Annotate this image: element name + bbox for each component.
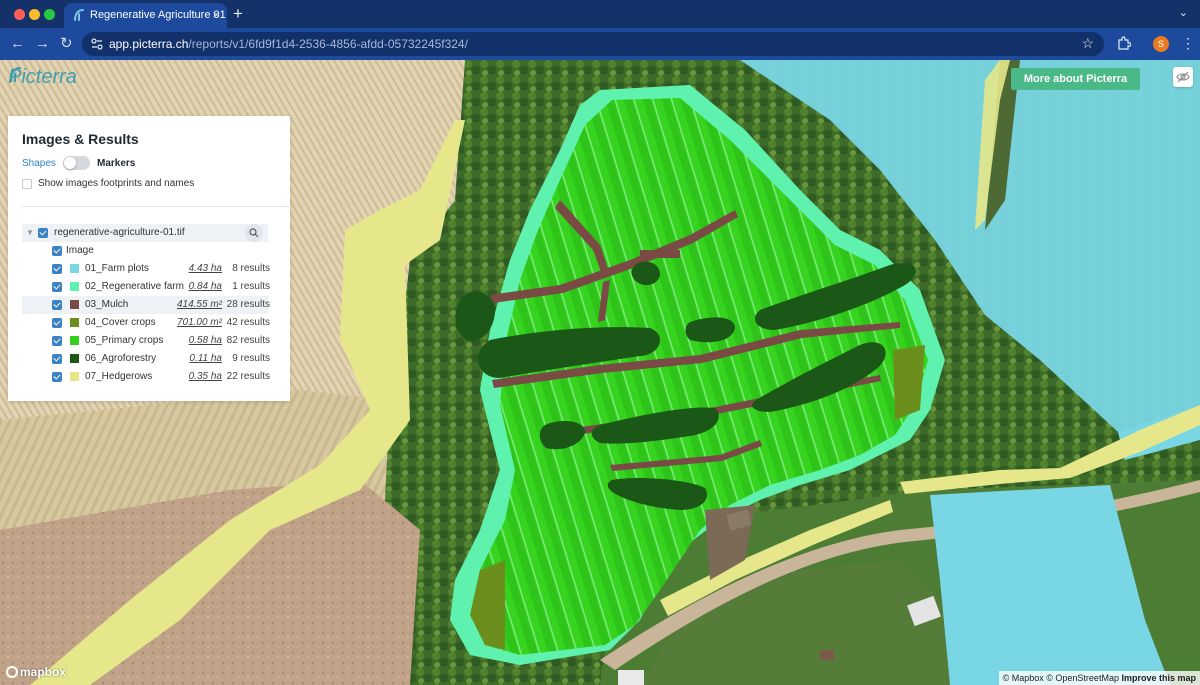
layer-checkbox[interactable] (52, 300, 62, 310)
attribution-mapbox-link[interactable]: © Mapbox (1003, 673, 1044, 683)
layer-area[interactable]: 0.58 ha (189, 335, 222, 346)
tab-list-chevron-icon[interactable]: ⌄ (1179, 6, 1188, 19)
layer-name: Image (66, 245, 94, 256)
footprints-label[interactable]: Show images footprints and names (38, 178, 194, 189)
layer-count: 8 results (232, 263, 270, 274)
hide-layers-button[interactable] (1173, 67, 1193, 87)
layer-area[interactable]: 701.00 m² (177, 317, 222, 328)
layer-checkbox[interactable] (52, 264, 62, 274)
layer-count: 28 results (226, 299, 270, 310)
layer-name: 03_Mulch (85, 299, 129, 310)
image-file-row[interactable]: ▼ regenerative-agriculture-01.tif (22, 224, 268, 242)
shapes-markers-toggle[interactable] (63, 156, 90, 170)
tab-title: Regenerative Agriculture 01 (90, 9, 226, 21)
footprints-checkbox[interactable] (22, 179, 32, 189)
browser-menu-icon[interactable]: ⋮ (1181, 35, 1195, 51)
mapbox-logo-icon (6, 666, 18, 678)
layer-row-farm-plots[interactable]: 01_Farm plots 4.43 ha 8 results (22, 260, 270, 278)
layer-checkbox[interactable] (52, 354, 62, 364)
layer-row-primary-crops[interactable]: 05_Primary crops 0.58 ha 82 results (22, 332, 270, 350)
layer-count: 1 results (232, 281, 270, 292)
layer-area[interactable]: 0.35 ha (189, 371, 222, 382)
back-arrow-icon[interactable]: ← (10, 35, 25, 52)
search-icon (249, 228, 259, 238)
map-attribution: © Mapbox © OpenStreetMap Improve this ma… (998, 671, 1200, 685)
layer-name: 06_Agroforestry (85, 353, 157, 364)
file-checkbox[interactable] (38, 228, 48, 238)
layer-area[interactable]: 414.55 m² (177, 299, 222, 310)
mapbox-label: mapbox (20, 665, 67, 679)
file-name: regenerative-agriculture-01.tif (54, 227, 185, 238)
url-path: /reports/v1/6fd9f1d4-2536-4856-afdd-0573… (188, 37, 468, 51)
toggle-knob (64, 157, 76, 169)
layer-checkbox[interactable] (52, 336, 62, 346)
layer-name: 01_Farm plots (85, 263, 149, 274)
mapbox-logo[interactable]: mapbox (6, 665, 66, 679)
images-results-panel: Images & Results Shapes Markers Show ima… (8, 116, 290, 401)
layer-color-swatch (70, 372, 79, 381)
layer-color-swatch (70, 354, 79, 363)
layer-color-swatch (70, 282, 79, 291)
extensions-puzzle-icon[interactable] (1117, 36, 1131, 50)
picterra-logo[interactable]: Picterra (8, 66, 77, 89)
shapes-mode-label[interactable]: Shapes (22, 158, 56, 169)
forward-arrow-icon[interactable]: → (35, 35, 50, 52)
layer-row-mulch[interactable]: 03_Mulch 414.55 m² 28 results (22, 296, 270, 314)
site-settings-icon[interactable] (90, 37, 104, 51)
zoom-to-image-button[interactable] (245, 224, 263, 242)
layer-name: 07_Hedgerows (85, 371, 153, 382)
browser-toolbar: ← → ↻ app.picterra.ch/reports/v1/6fd9f1d… (0, 28, 1200, 60)
picterra-favicon-icon (74, 9, 84, 21)
more-about-picterra-button[interactable]: More about Picterra (1011, 68, 1140, 90)
profile-avatar[interactable]: S (1153, 36, 1169, 52)
layer-color-swatch (70, 318, 79, 327)
layer-count: 9 results (232, 353, 270, 364)
layer-checkbox[interactable] (52, 318, 62, 328)
close-window-button[interactable] (14, 9, 25, 20)
tab-close-icon[interactable]: × (212, 7, 220, 23)
url-text: app.picterra.ch/reports/v1/6fd9f1d4-2536… (109, 37, 468, 51)
layer-name: 05_Primary crops (85, 335, 164, 346)
browser-tab-bar: Regenerative Agriculture 01 × + ⌄ (0, 0, 1200, 28)
maximize-window-button[interactable] (44, 9, 55, 20)
layer-count: 82 results (226, 335, 270, 346)
layer-count: 42 results (226, 317, 270, 328)
layer-count: 22 results (226, 371, 270, 382)
layer-checkbox[interactable] (52, 372, 62, 382)
bookmark-star-icon[interactable]: ☆ (1081, 35, 1094, 52)
image-layer-row[interactable]: Image (22, 242, 268, 260)
attribution-osm-link[interactable]: © OpenStreetMap (1046, 673, 1119, 683)
layer-row-regenerative-farm[interactable]: 02_Regenerative farm 0.84 ha 1 results (22, 278, 270, 296)
new-tab-button[interactable]: + (233, 5, 243, 22)
reload-icon[interactable]: ↻ (60, 35, 73, 52)
chevron-down-icon[interactable]: ▼ (26, 228, 34, 237)
address-bar[interactable]: app.picterra.ch/reports/v1/6fd9f1d4-2536… (82, 32, 1104, 56)
panel-title: Images & Results (22, 131, 139, 147)
eye-off-icon (1176, 71, 1190, 83)
layer-row-cover-crops[interactable]: 04_Cover crops 701.00 m² 42 results (22, 314, 270, 332)
layer-name: 04_Cover crops (85, 317, 156, 328)
layer-color-swatch (70, 336, 79, 345)
map-view[interactable]: Picterra More about Picterra Images & Re… (0, 60, 1200, 685)
minimize-window-button[interactable] (29, 9, 40, 20)
layer-checkbox[interactable] (52, 282, 62, 292)
layer-area[interactable]: 0.11 ha (189, 353, 222, 364)
markers-mode-label[interactable]: Markers (97, 158, 135, 169)
divider (22, 206, 290, 207)
improve-map-link[interactable]: Improve this map (1121, 673, 1196, 683)
layer-row-agroforestry[interactable]: 06_Agroforestry 0.11 ha 9 results (22, 350, 270, 368)
picterra-logo-icon (9, 66, 22, 82)
layer-color-swatch (70, 264, 79, 273)
url-host: app.picterra.ch (109, 37, 189, 51)
layer-name: 02_Regenerative farm (85, 281, 184, 292)
layer-color-swatch (70, 300, 79, 309)
layer-row-hedgerows[interactable]: 07_Hedgerows 0.35 ha 22 results (22, 368, 270, 386)
layer-area[interactable]: 0.84 ha (189, 281, 222, 292)
browser-tab-active[interactable]: Regenerative Agriculture 01 × (64, 3, 227, 28)
image-checkbox[interactable] (52, 246, 62, 256)
layer-area[interactable]: 4.43 ha (189, 263, 222, 274)
